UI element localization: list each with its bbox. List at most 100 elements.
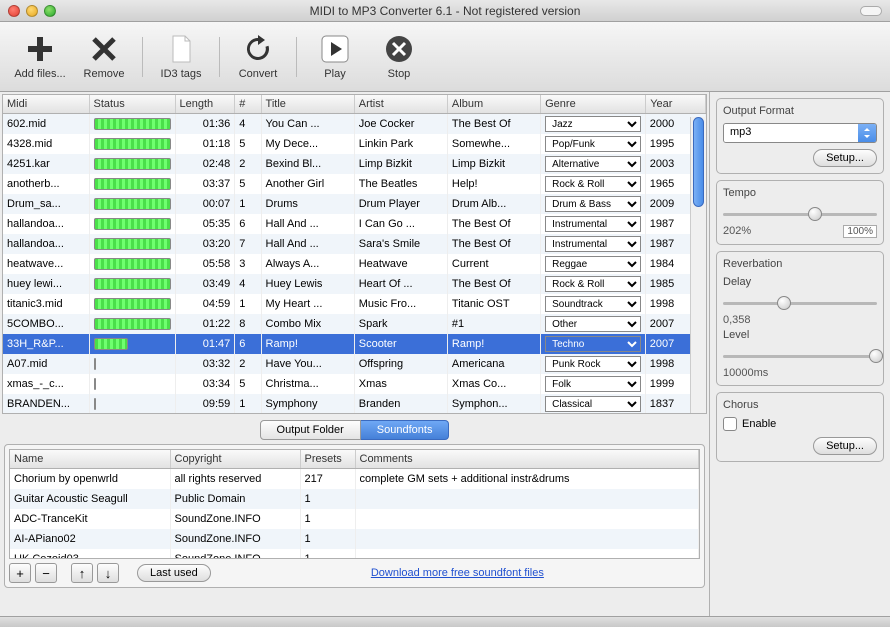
sf-row[interactable]: Chorium by openwrldall rights reserved21… [10,469,699,489]
table-row[interactable]: heatwave...05:583Always A...HeatwaveCurr… [3,254,706,274]
table-row[interactable]: 602.mid01:364You Can ...Joe CockerThe Be… [3,114,706,135]
level-value: 10000ms [723,367,768,379]
sf-up-button[interactable]: ↑ [71,563,93,583]
id3-tags-button[interactable]: ID3 tags [151,27,211,87]
play-button[interactable]: Play [305,27,365,87]
delay-value: 0,358 [723,314,751,326]
table-row[interactable]: titanic3.mid04:591My Heart ...Music Fro.… [3,294,706,314]
sf-row[interactable]: AI-APiano02SoundZone.INFO1 [10,529,699,549]
table-row[interactable]: Drum_sa...00:071DrumsDrum PlayerDrum Alb… [3,194,706,214]
col-genre[interactable]: Genre [541,95,646,114]
cell-genre[interactable]: Reggae [541,254,646,274]
output-format-value: mp3 [724,124,858,142]
sf-name: AI-APiano02 [10,529,170,549]
reverb-title: Reverbation [723,258,877,270]
cell-genre[interactable]: Classical [541,394,646,414]
table-row[interactable]: huey lewi...03:494Huey LewisHeart Of ...… [3,274,706,294]
soundfonts-table[interactable]: Name Copyright Presets Comments Chorium … [9,449,700,559]
cell-genre[interactable]: Other [541,314,646,334]
level-slider[interactable] [723,347,877,365]
table-row[interactable]: 33H_R&P...01:476Ramp!ScooterRamp!Techno2… [3,334,706,354]
output-format-title: Output Format [723,105,877,117]
soundfonts-panel: Name Copyright Presets Comments Chorium … [4,444,705,588]
midi-table[interactable]: Midi Status Length # Title Artist Album … [2,94,707,414]
table-row[interactable]: hallandoa...05:356Hall And ...I Can Go .… [3,214,706,234]
cell-length: 04:59 [175,294,235,314]
table-row[interactable]: 5COMBO...01:228Combo MixSpark#1Other2007 [3,314,706,334]
minimize-button[interactable] [26,5,38,17]
tab-soundfonts[interactable]: Soundfonts [361,420,450,440]
cell-status [89,314,175,334]
cell-length: 00:07 [175,194,235,214]
sf-col-copyright[interactable]: Copyright [170,450,300,469]
scrollbar[interactable] [690,117,706,413]
cell-genre[interactable]: Folk [541,374,646,394]
cell-midi: 5COMBO... [3,314,89,334]
table-row[interactable]: xmas_-_c...03:345Christma...XmasXmas Co.… [3,374,706,394]
zoom-button[interactable] [44,5,56,17]
col-midi[interactable]: Midi [3,95,89,114]
cell-midi: hallandoa... [3,214,89,234]
convert-button[interactable]: Convert [228,27,288,87]
toolbar-pill[interactable] [860,6,882,16]
cell-genre[interactable]: Soundtrack [541,294,646,314]
cell-genre[interactable]: Rock & Roll [541,274,646,294]
cell-title: Combo Mix [261,314,354,334]
col-artist[interactable]: Artist [354,95,447,114]
cell-title: Have You... [261,354,354,374]
sf-row[interactable]: Guitar Acoustic SeagullPublic Domain1 [10,489,699,509]
chorus-enable-checkbox[interactable]: Enable [723,417,877,431]
close-button[interactable] [8,5,20,17]
cell-length: 03:20 [175,234,235,254]
sf-col-comments[interactable]: Comments [355,450,699,469]
col-album[interactable]: Album [447,95,540,114]
sf-remove-button[interactable]: − [35,563,57,583]
cell-num: 5 [235,374,261,394]
stop-button[interactable]: Stop [369,27,429,87]
sf-presets: 1 [300,509,355,529]
sf-col-presets[interactable]: Presets [300,450,355,469]
cell-genre[interactable]: Pop/Funk [541,134,646,154]
col-num[interactable]: # [235,95,261,114]
chorus-setup-button[interactable]: Setup... [813,437,877,455]
cell-genre[interactable]: Rock & Roll [541,174,646,194]
cell-status [89,274,175,294]
cell-length: 02:48 [175,154,235,174]
table-row[interactable]: BRANDEN...09:591SymphonyBrandenSymphon..… [3,394,706,414]
sf-add-button[interactable]: + [9,563,31,583]
tempo-default[interactable]: 100% [843,225,877,238]
table-row[interactable]: 4251.kar02:482Bexind Bl...Limp BizkitLim… [3,154,706,174]
tempo-slider[interactable] [723,205,877,223]
cell-genre[interactable]: Techno [541,334,646,354]
download-link[interactable]: Download more free soundfont files [371,567,544,579]
cell-genre[interactable]: Jazz [541,114,646,134]
table-row[interactable]: anotherb...03:375Another GirlThe Beatles… [3,174,706,194]
remove-button[interactable]: Remove [74,27,134,87]
cell-genre[interactable]: Punk Rock [541,354,646,374]
output-format-select[interactable]: mp3 [723,123,877,143]
col-year[interactable]: Year [646,95,706,114]
cell-genre[interactable]: Instrumental [541,234,646,254]
table-row[interactable]: hallandoa...03:207Hall And ...Sara's Smi… [3,234,706,254]
last-used-button[interactable]: Last used [137,564,211,582]
col-status[interactable]: Status [89,95,175,114]
cell-status [89,294,175,314]
sf-row[interactable]: UK Cezoid03SoundZone.INFO1 [10,549,699,560]
delay-slider[interactable] [723,294,877,312]
cell-status [89,134,175,154]
col-length[interactable]: Length [175,95,235,114]
sf-down-button[interactable]: ↓ [97,563,119,583]
col-title[interactable]: Title [261,95,354,114]
cell-num: 8 [235,314,261,334]
x-icon [88,33,120,65]
sf-col-name[interactable]: Name [10,450,170,469]
cell-genre[interactable]: Drum & Bass [541,194,646,214]
table-row[interactable]: A07.mid03:322Have You...OffspringAmerica… [3,354,706,374]
cell-genre[interactable]: Instrumental [541,214,646,234]
sf-row[interactable]: ADC-TranceKitSoundZone.INFO1 [10,509,699,529]
cell-genre[interactable]: Alternative [541,154,646,174]
output-setup-button[interactable]: Setup... [813,149,877,167]
add-files-button[interactable]: Add files... [10,27,70,87]
tab-output-folder[interactable]: Output Folder [260,420,361,440]
table-row[interactable]: 4328.mid01:185My Dece...Linkin ParkSomew… [3,134,706,154]
